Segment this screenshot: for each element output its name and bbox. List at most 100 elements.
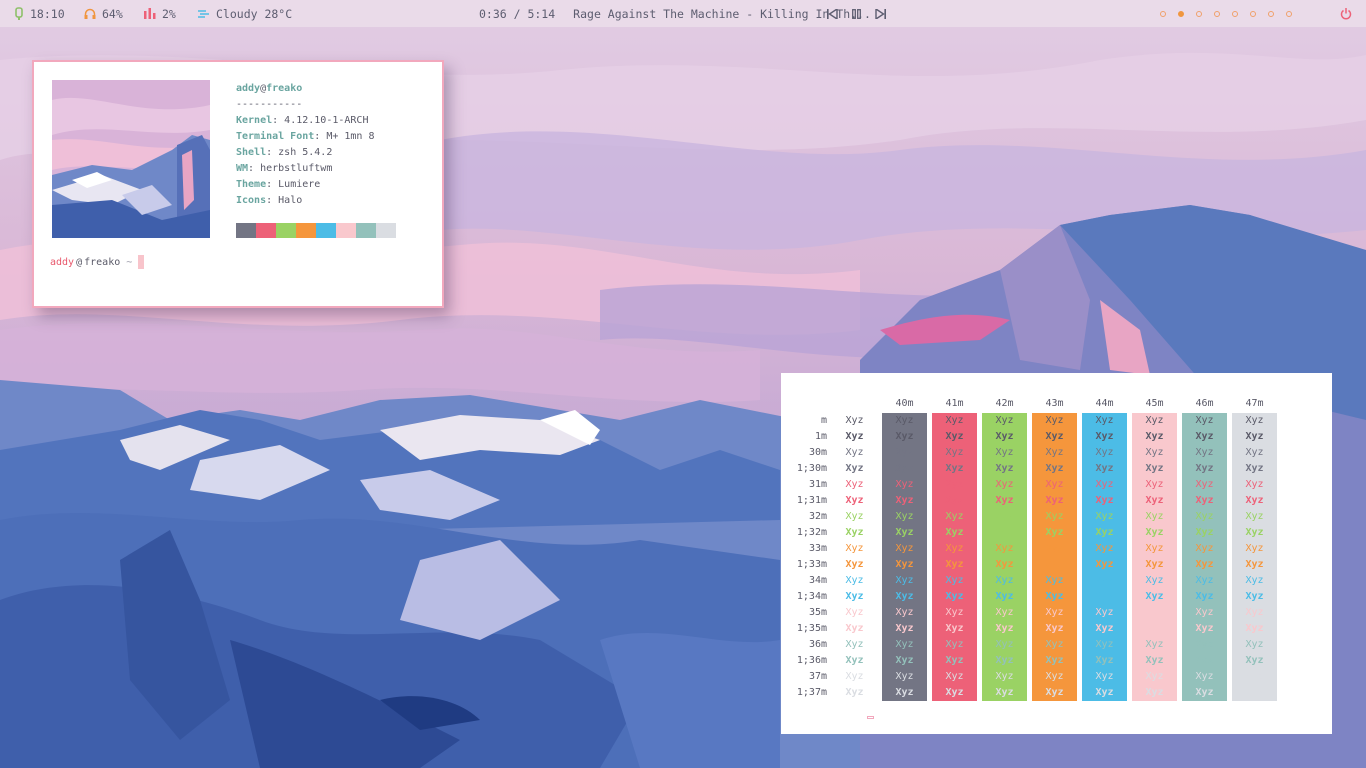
- color-sample-cell: Xyz: [1095, 415, 1114, 426]
- fg-row-label: 1;30m: [796, 463, 827, 474]
- color-sample-cell: Xyz: [895, 591, 914, 602]
- workspace-dot-5[interactable]: [1232, 10, 1238, 17]
- color-sample-cell: Xyz: [895, 543, 914, 554]
- color-sample-cell: Xyz: [995, 591, 1014, 602]
- previous-track-icon[interactable]: [827, 8, 838, 19]
- color-sample-cell: Xyz: [995, 415, 1014, 426]
- color-sample-cell: Xyz: [895, 639, 914, 650]
- color-sample-cell: Xyz: [1095, 687, 1114, 698]
- workspace-dot-1[interactable]: [1160, 10, 1166, 17]
- cpu-bars-icon: [144, 8, 156, 19]
- color-sample-cell: Xyz: [995, 511, 1014, 522]
- info-field-key: Icons: [236, 195, 267, 206]
- info-field-key: Kernel: [236, 115, 273, 126]
- color-sample-cell: Xyz: [1245, 591, 1264, 602]
- color-sample-cell: Xyz: [945, 479, 964, 490]
- system-info: addy@freako ----------- Kernel: 4.12.10-…: [236, 81, 375, 209]
- color-sample-cell: Xyz: [1145, 447, 1164, 458]
- color-sample-cell: Xyz: [945, 623, 964, 634]
- workspace-dot-6[interactable]: [1250, 10, 1256, 17]
- color-sample-cell: Xyz: [945, 495, 964, 506]
- color-sample-cell: Xyz: [995, 495, 1014, 506]
- next-track-icon[interactable]: [875, 8, 886, 19]
- color-sample-cell: Xyz: [1245, 527, 1264, 538]
- info-field-row: WM: herbstluftwm: [236, 163, 333, 174]
- color-sample-cell: Xyz: [1145, 431, 1164, 442]
- color-sample-cell: Xyz: [1195, 527, 1214, 538]
- color-sample-cell: Xyz: [1195, 543, 1214, 554]
- color-sample-cell: Xyz: [845, 639, 864, 650]
- color-sample-cell: Xyz: [845, 687, 864, 698]
- fg-row-label: 32m: [808, 511, 827, 522]
- color-sample-cell: Xyz: [1245, 463, 1264, 474]
- palette-swatch-0: [236, 223, 256, 238]
- color-sample-cell: Xyz: [1145, 623, 1164, 634]
- bg-header-41m: 41m: [945, 398, 964, 409]
- color-sample-cell: Xyz: [1195, 559, 1214, 570]
- color-sample-cell: Xyz: [1045, 655, 1064, 666]
- color-sample-cell: Xyz: [995, 607, 1014, 618]
- cloud-wind-icon: [198, 8, 210, 19]
- color-sample-cell: Xyz: [895, 671, 914, 682]
- color-sample-cell: Xyz: [1145, 671, 1164, 682]
- color-sample-cell: Xyz: [1195, 591, 1214, 602]
- color-sample-cell: Xyz: [1095, 655, 1114, 666]
- info-field-value: Halo: [278, 195, 303, 206]
- color-sample-cell: Xyz: [1195, 415, 1214, 426]
- bg-header-44m: 44m: [1095, 398, 1114, 409]
- color-sample-cell: Xyz: [895, 655, 914, 666]
- fg-row-label: 36m: [808, 639, 827, 650]
- color-sample-cell: Xyz: [1095, 575, 1114, 586]
- shell-prompt[interactable]: addy @ freako ~: [50, 255, 145, 269]
- color-sample-cell: Xyz: [1195, 607, 1214, 618]
- color-sample-cell: Xyz: [1045, 431, 1064, 442]
- palette-swatch-2: [276, 223, 296, 238]
- info-field-key: Shell: [236, 147, 267, 158]
- color-sample-cell: Xyz: [1245, 479, 1264, 490]
- neofetch-terminal-window[interactable]: addy@freako ----------- Kernel: 4.12.10-…: [32, 60, 444, 308]
- workspace-indicator: [1160, 0, 1292, 27]
- fg-row-label: 1m: [814, 431, 827, 442]
- color-sample-cell: Xyz: [945, 543, 964, 554]
- info-field-row: Terminal Font: M+ 1mn 8: [236, 131, 375, 142]
- clock-time: 18:10: [30, 6, 65, 21]
- color-sample-cell: Xyz: [995, 559, 1014, 570]
- bg-header-45m: 45m: [1145, 398, 1164, 409]
- colortest-terminal-window[interactable]: 40m 41m 42m 43m 44m 45m 46m 47m m Xyz Xyz Xyz Xyz Xyz…: [781, 373, 1332, 734]
- clock-icon: [14, 7, 24, 20]
- color-sample-cell: Xyz: [995, 527, 1014, 538]
- fg-row-label: 34m: [808, 575, 827, 586]
- color-sample-cell: Xyz: [945, 607, 964, 618]
- color-sample-cell: Xyz: [1145, 463, 1164, 474]
- workspace-dot-2[interactable]: [1178, 10, 1184, 17]
- info-field-row: Shell: zsh 5.4.2: [236, 147, 333, 158]
- color-sample-cell: Xyz: [1145, 655, 1164, 666]
- fg-row-label: 33m: [808, 543, 827, 554]
- color-sample-cell: Xyz: [895, 495, 914, 506]
- color-sample-cell: Xyz: [895, 559, 914, 570]
- pause-icon[interactable]: [852, 8, 861, 19]
- color-sample-cell: Xyz: [1195, 623, 1214, 634]
- power-button[interactable]: [1340, 0, 1352, 27]
- workspace-dot-4[interactable]: [1214, 10, 1220, 17]
- volume-widget[interactable]: 64%: [84, 0, 123, 27]
- color-sample-cell: Xyz: [1145, 591, 1164, 602]
- workspace-dot-3[interactable]: [1196, 10, 1202, 17]
- color-sample-cell: Xyz: [1245, 575, 1264, 586]
- color-sample-cell: Xyz: [1095, 591, 1114, 602]
- color-sample-cell: Xyz: [1095, 479, 1114, 490]
- info-field-key: Theme: [236, 179, 267, 190]
- color-sample-cell: Xyz: [1045, 543, 1064, 554]
- color-sample-cell: Xyz: [995, 479, 1014, 490]
- color-sample-cell: Xyz: [1045, 687, 1064, 698]
- workspace-dot-7[interactable]: [1268, 10, 1274, 17]
- prompt-host: freako: [84, 256, 121, 268]
- color-sample-cell: Xyz: [1095, 607, 1114, 618]
- fg-row-label: 1;32m: [796, 527, 827, 538]
- color-sample-cell: Xyz: [1045, 591, 1064, 602]
- workspace-dot-8[interactable]: [1286, 10, 1292, 17]
- color-sample-cell: Xyz: [1245, 655, 1264, 666]
- color-sample-cell: Xyz: [845, 511, 864, 522]
- color-sample-cell: Xyz: [1045, 671, 1064, 682]
- info-field-row: Theme: Lumiere: [236, 179, 321, 190]
